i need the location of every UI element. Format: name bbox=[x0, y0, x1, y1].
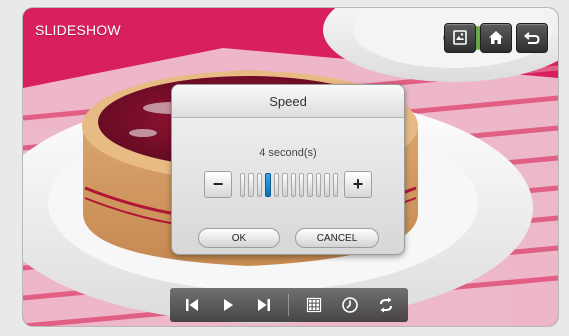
speed-level-thumb[interactable] bbox=[265, 173, 271, 197]
slideshow-screen: SLIDESHOW Speed 4 second(s) − + OK CANCE… bbox=[23, 8, 558, 326]
speed-dialog: Speed 4 second(s) − + OK CANCEL bbox=[171, 84, 405, 255]
previous-icon bbox=[186, 299, 199, 311]
speed-level-tick[interactable] bbox=[324, 173, 330, 197]
speed-level-tick[interactable] bbox=[290, 173, 296, 197]
ok-button[interactable]: OK bbox=[198, 228, 280, 248]
speed-level-tick[interactable] bbox=[248, 173, 254, 197]
play-icon bbox=[224, 299, 234, 311]
speed-button[interactable] bbox=[338, 293, 362, 317]
playback-bar bbox=[170, 288, 408, 322]
repeat-button[interactable] bbox=[374, 293, 398, 317]
speed-level-tick[interactable] bbox=[298, 173, 305, 197]
screen-title: SLIDESHOW bbox=[35, 22, 121, 38]
speed-level-tick[interactable] bbox=[273, 173, 280, 197]
repeat-icon bbox=[379, 297, 392, 313]
speed-level-slider[interactable] bbox=[240, 173, 339, 197]
play-button[interactable] bbox=[216, 293, 240, 317]
speed-value-text: 4 second(s) bbox=[259, 147, 317, 159]
cancel-button[interactable]: CANCEL bbox=[295, 228, 379, 248]
grid-icon bbox=[306, 297, 321, 313]
decrease-speed-button[interactable]: − bbox=[204, 171, 232, 198]
previous-button[interactable] bbox=[180, 293, 204, 317]
photo-frame-icon bbox=[453, 30, 467, 45]
speed-level-tick[interactable] bbox=[256, 173, 263, 197]
toolbar-divider bbox=[288, 294, 290, 316]
home-button[interactable] bbox=[480, 23, 512, 53]
clock-icon bbox=[341, 297, 358, 313]
next-icon bbox=[258, 299, 271, 311]
speed-level-tick[interactable] bbox=[282, 173, 288, 197]
grid-view-button[interactable] bbox=[302, 293, 326, 317]
home-icon bbox=[489, 31, 503, 44]
back-button[interactable] bbox=[516, 23, 548, 53]
back-icon bbox=[523, 32, 540, 44]
dialog-title: Speed bbox=[172, 85, 404, 118]
speed-level-tick[interactable] bbox=[315, 173, 322, 197]
increase-speed-button[interactable]: + bbox=[344, 171, 372, 198]
photo-frame-button[interactable] bbox=[444, 23, 476, 53]
speed-level-tick[interactable] bbox=[240, 173, 246, 197]
speed-level-tick[interactable] bbox=[307, 173, 313, 197]
speed-level-tick[interactable] bbox=[332, 173, 339, 197]
next-button[interactable] bbox=[252, 293, 276, 317]
top-toolbar bbox=[444, 23, 548, 53]
